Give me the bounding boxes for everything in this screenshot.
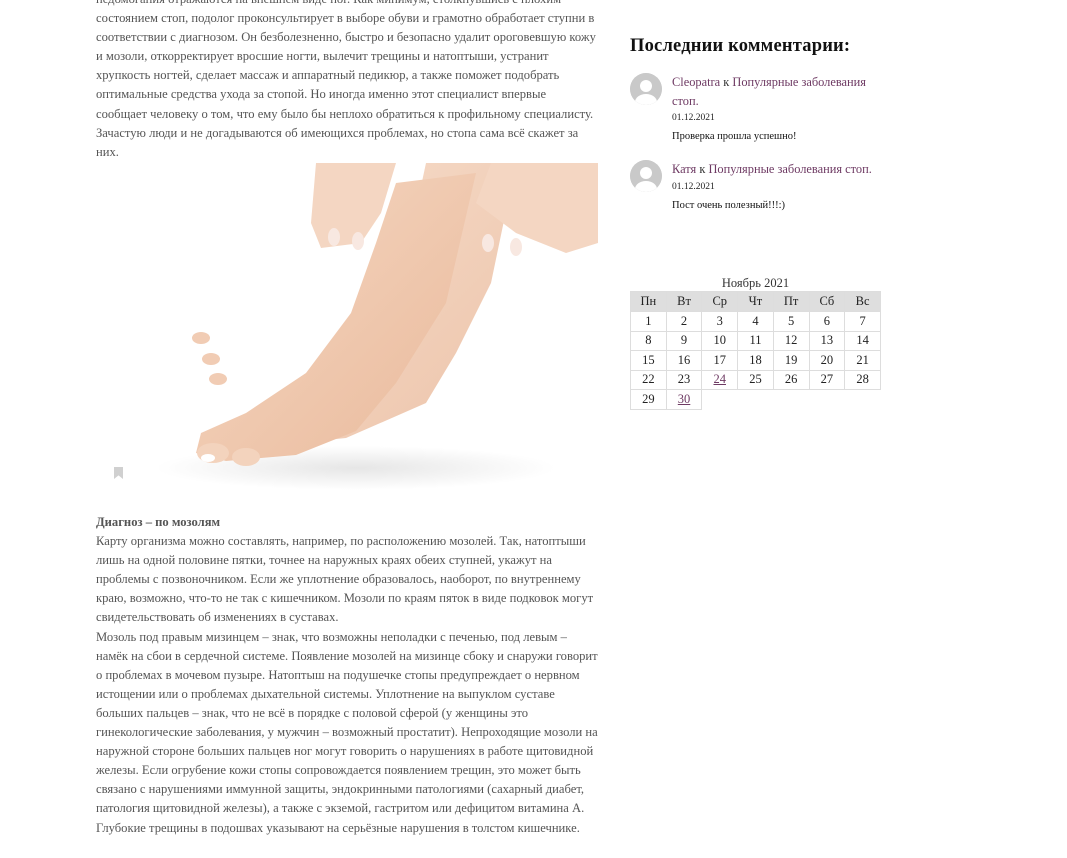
calendar-widget: Ноябрь 2021 Пн Вт Ср Чт Пт Сб Вс 1 2 3 4 5 6 7 8 9 10 11…	[630, 276, 881, 410]
calendar-weekday: Вт	[665, 291, 703, 312]
calendar-day: 20	[808, 350, 846, 371]
comment-post-link[interactable]: Популярные заболевания стоп.	[708, 162, 871, 176]
calendar-week-row: 15 16 17 18 19 20 21	[630, 350, 881, 371]
calendar-day: 18	[737, 350, 774, 371]
recent-comments-title: Последнии комментарии:	[630, 36, 851, 56]
comment-meta: Cleopatra к Популярные заболевания стоп.	[672, 73, 890, 110]
calendar-day: 22	[630, 369, 667, 390]
calendar-weekday: Ср	[701, 291, 739, 312]
calendar-week-row: 22 23 24 25 26 27 28	[630, 369, 881, 390]
calendar-day: 5	[772, 311, 810, 332]
calendar-day: 29	[630, 389, 667, 410]
article-paragraph: Карту организма можно составлять, наприм…	[96, 534, 594, 625]
calendar-day: 1	[630, 311, 667, 332]
calendar-day: 21	[844, 350, 881, 371]
calendar-weekdays-row: Пн Вт Ср Чт Пт Сб Вс	[630, 291, 881, 312]
calendar-day: 12	[772, 330, 810, 351]
calendar-day: 19	[772, 350, 810, 371]
comment-author-link[interactable]: Cleopatra	[672, 75, 720, 89]
calendar-table: Пн Вт Ср Чт Пт Сб Вс 1 2 3 4 5 6 7 8 9 10 11 12 13 14 15 16 17…	[630, 291, 881, 410]
calendar-day-link[interactable]: 24	[714, 372, 727, 386]
calendar-day: 15	[630, 350, 667, 371]
calendar-day: 3	[701, 311, 739, 332]
calendar-day: 7	[844, 311, 881, 332]
calendar-day: 16	[665, 350, 703, 371]
comment-date: 01.12.2021	[672, 181, 715, 192]
article-paragraph: недомогания отражаются на внешнем виде н…	[96, 0, 596, 159]
calendar-day: 27	[808, 369, 846, 390]
comment-text: Пост очень полезный!!!:)	[672, 199, 786, 211]
calendar-weekday: Чт	[737, 291, 774, 312]
calendar-day: 26	[772, 369, 810, 390]
calendar-day-link[interactable]: 30	[678, 392, 691, 406]
calendar-day: 4	[737, 311, 774, 332]
calendar-day: 6	[808, 311, 846, 332]
comment-meta: Катя к Популярные заболевания стоп.	[672, 160, 890, 179]
calendar-weekday: Пт	[772, 291, 810, 312]
comment-author-link[interactable]: Катя	[672, 162, 696, 176]
calendar-weekday: Пн	[630, 291, 667, 312]
calendar-day: 30	[665, 389, 703, 410]
calendar-day: 2	[665, 311, 703, 332]
user-icon	[630, 160, 662, 192]
calendar-day: 9	[665, 330, 703, 351]
avatar	[630, 73, 662, 105]
calendar-body: 1 2 3 4 5 6 7 8 9 10 11 12 13 14 15 16 17 18 19 20 21 22 23 24 2…	[630, 311, 881, 410]
sidebar: Последнии комментарии: Cleopatra к Попул…	[630, 36, 890, 229]
article-intro: недомогания отражаются на внешнем виде н…	[96, 0, 600, 162]
calendar-week-row: 8 9 10 11 12 13 14	[630, 330, 881, 351]
calendar-day: 10	[701, 330, 739, 351]
calendar-day: 24	[701, 369, 739, 390]
comment-connector: к	[720, 75, 733, 89]
calendar-day: 25	[737, 369, 774, 390]
comment-connector: к	[696, 162, 709, 176]
comment-item: Катя к Популярные заболевания стоп. 01.1…	[630, 160, 890, 211]
calendar-week-row: 1234567	[630, 311, 881, 332]
calendar-day: 8	[630, 330, 667, 351]
calendar-day: 28	[844, 369, 881, 390]
calendar-week-row: 29 30	[630, 389, 881, 410]
article-section: Диагноз – по мозолям Карту организма мож…	[96, 513, 600, 838]
comment-item: Cleopatra к Популярные заболевания стоп.…	[630, 73, 890, 142]
calendar-day: 23	[665, 369, 703, 390]
calendar-day: 11	[737, 330, 774, 351]
comment-date: 01.12.2021	[672, 113, 715, 123]
calendar-empty-cell	[701, 389, 881, 409]
calendar-weekday: Сб	[808, 291, 846, 312]
calendar-weekday: Вс	[844, 291, 881, 312]
section-heading: Диагноз – по мозолям	[96, 515, 221, 529]
calendar-day: 13	[808, 330, 846, 351]
user-icon	[630, 73, 662, 105]
article-paragraph: Мозоль под правым мизинцем – знак, что в…	[96, 629, 598, 835]
feet-illustration	[156, 163, 598, 490]
calendar-day: 17	[701, 350, 739, 371]
feet-photo	[96, 163, 598, 495]
calendar-caption: Ноябрь 2021	[721, 276, 790, 290]
calendar-day: 14	[844, 330, 881, 351]
avatar	[630, 160, 662, 192]
comment-text: Проверка прошла успешно!	[672, 131, 797, 142]
